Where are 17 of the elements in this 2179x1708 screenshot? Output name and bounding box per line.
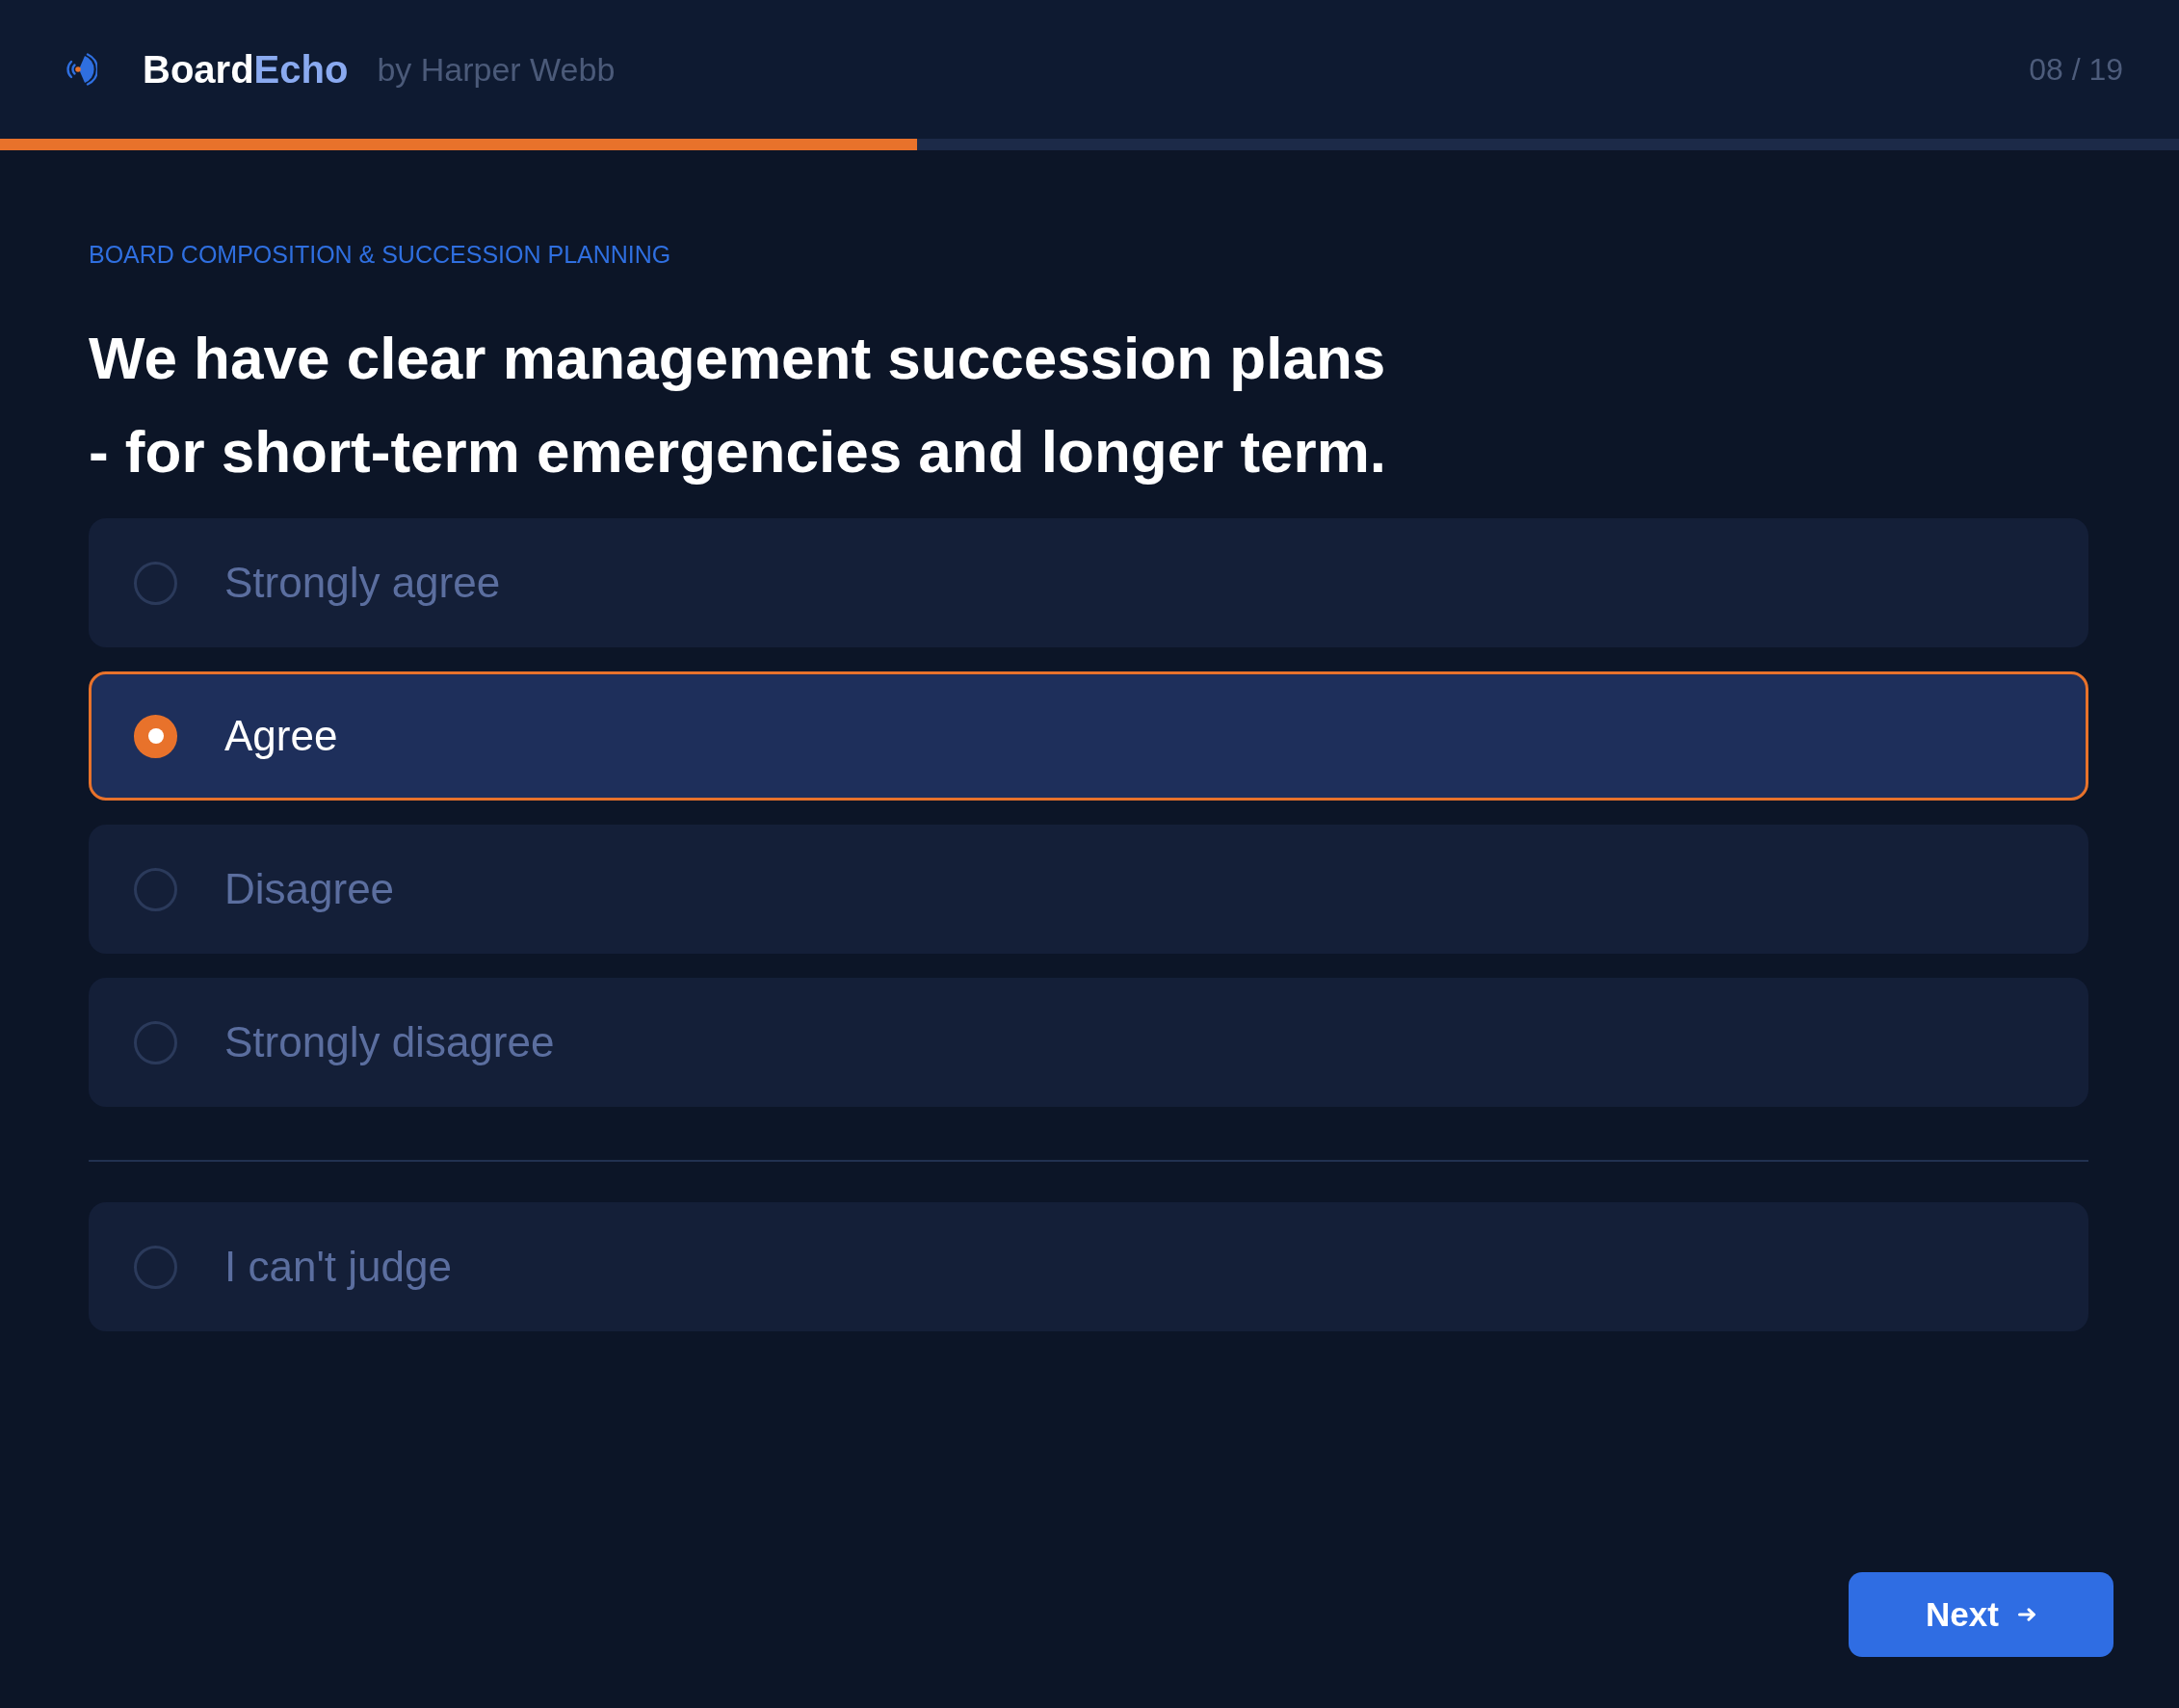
question-text: We have clear management succession plans - for short-term emergencies and longer term. [89,324,1387,486]
brand-name: BoardEcho [143,47,349,92]
radio-icon[interactable] [134,561,177,605]
answer-option[interactable]: Agree [89,671,2088,801]
next-button[interactable]: Next [1849,1572,2113,1657]
radio-icon[interactable] [134,1245,177,1289]
answer-option[interactable]: Strongly disagree [89,978,2088,1107]
answer-option[interactable]: Disagree [89,825,2088,954]
answer-option[interactable]: I can't judge [89,1202,2088,1331]
category-label: BOARD COMPOSITION & SUCCESSION PLANNING [89,240,671,269]
radio-icon[interactable] [134,714,177,758]
arrow-right-icon [2017,1608,2036,1621]
radio-icon[interactable] [134,1020,177,1064]
byline: by Harper Webb [377,49,616,90]
radio-icon[interactable] [134,867,177,911]
question-counter: 08 / 19 [2029,50,2123,89]
answer-option[interactable]: Strongly agree [89,518,2088,647]
